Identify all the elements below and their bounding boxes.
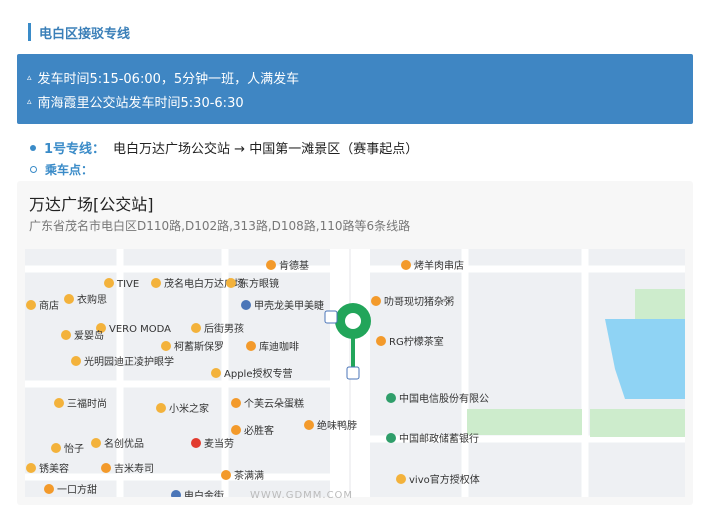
notice-line: ▵ 发车时间5:15-06:00，5分钟一班，人满发车 (27, 68, 299, 87)
poi-label: 中国邮政储蓄银行 (399, 432, 479, 445)
notice-box: ▵ 发车时间5:15-06:00，5分钟一班，人满发车 ▵ 南海霞里公交站发车时… (17, 54, 693, 124)
shop-icon (26, 463, 36, 473)
shop-icon (104, 278, 114, 288)
map-poi[interactable]: Apple授权专营 (211, 367, 292, 380)
building-icon (386, 393, 396, 403)
shop-icon (26, 300, 36, 310)
poi-label: 库迪咖啡 (259, 340, 299, 353)
food-icon (401, 260, 411, 270)
food-icon (44, 484, 54, 494)
shop-icon (51, 443, 61, 453)
notice-text: 南海霞里公交站发车时间5:30-6:30 (37, 96, 244, 111)
stop-address: 广东省茂名市电白区D110路,D102路,313路,D108路,110路等6条线… (29, 219, 411, 233)
route-line: 1号专线： 电白万达广场公交站 → 中国第一滩景区（赛事起点） (30, 138, 418, 157)
map-poi[interactable]: vivo官方授权体 (396, 473, 480, 486)
route-label: 1号专线： (44, 142, 106, 157)
map-view[interactable]: 肯德基 烤羊肉串店 商店 TIVE 茂名电白万达广场 东方眼镜 衣购思 甲壳龙美甲美睫 叻哥现切… (25, 249, 685, 497)
poi-label: 衣购思 (77, 293, 107, 306)
shop-icon (211, 368, 221, 378)
poi-label: RG柠檬茶室 (389, 335, 444, 348)
poi-label: 名创优品 (104, 437, 144, 450)
map-poi[interactable]: 叻哥现切猪杂粥 (371, 295, 454, 308)
watermark: WWW.GDMM.COM (250, 490, 354, 501)
map-poi[interactable]: 中国邮政储蓄银行 (386, 432, 479, 445)
shop-icon (151, 278, 161, 288)
poi-label: 光明园迪正凌护眼学 (84, 355, 174, 368)
stop-name: 万达广场[公交站] (29, 195, 154, 214)
poi-label: 个芙云朵蛋糕 (244, 397, 304, 410)
map-poi[interactable]: 中国电信股份有限公 (386, 392, 489, 405)
boarding-label: 乘车点： (45, 163, 94, 177)
poi-label: vivo官方授权体 (409, 473, 480, 486)
food-icon (231, 425, 241, 435)
poi-label: 三福时尚 (67, 397, 107, 410)
poi-label: 爱婴岛 (74, 329, 104, 342)
poi-label: VERO MODA (109, 324, 171, 335)
route-value: 电白万达广场公交站 → 中国第一滩景区（赛事起点） (113, 142, 419, 157)
bank-icon (386, 433, 396, 443)
poi-label: 必胜客 (244, 424, 274, 437)
poi-label: 锈美容 (39, 462, 69, 475)
poi-label: 烤羊肉串店 (414, 259, 464, 272)
triangle-icon: ▵ (27, 72, 32, 83)
shop-icon (54, 398, 64, 408)
section-title: 电白区接驳专线 (28, 22, 130, 42)
food-icon (376, 336, 386, 346)
poi-label: 柯蓄斯保罗 (174, 340, 224, 353)
boarding-line: 乘车点： (30, 161, 93, 178)
section-title-text: 电白区接驳专线 (39, 26, 131, 42)
shop-icon (191, 323, 201, 333)
poi-label: 一口方甜 (57, 483, 97, 496)
shop-icon (64, 294, 74, 304)
shop-icon (91, 438, 101, 448)
bullet-icon (30, 144, 36, 151)
poi-label: 商店 (39, 299, 59, 312)
food-icon (371, 296, 381, 306)
map-canvas: 肯德基 烤羊肉串店商店TIVE 茂名电白万达广场东方眼镜衣购思甲壳龙美甲美睫 叻哥现切… (25, 249, 685, 497)
food-icon (221, 470, 231, 480)
dot-icon (241, 300, 251, 310)
park-area (467, 409, 582, 435)
poi-label: Apple授权专营 (224, 367, 292, 380)
poi-label: 电白金街 (184, 489, 224, 497)
bus-stop-icon (346, 366, 360, 380)
food-icon (266, 260, 276, 270)
poi-label: 麦当劳 (204, 437, 234, 450)
map-poi[interactable]: 甲壳龙美甲美睫 (241, 299, 324, 312)
poi-label: 绝味鸭脖 (317, 419, 357, 432)
poi-label: TIVE (116, 279, 139, 290)
circle-bullet-icon (30, 166, 37, 173)
poi-label: 吉米寿司 (114, 462, 154, 475)
stop-card[interactable]: 万达广场[公交站] 广东省茂名市电白区D110路,D102路,313路,D108… (17, 181, 693, 505)
map-poi[interactable]: 光明园迪正凌护眼学 (71, 355, 174, 368)
poi-label: 后街男孩 (204, 322, 244, 335)
poi-label: 肯德基 (279, 259, 309, 272)
food-icon (231, 398, 241, 408)
triangle-icon: ▵ (27, 96, 32, 107)
poi-label: 小米之家 (169, 402, 209, 415)
shop-icon (161, 341, 171, 351)
poi-label: 茶满满 (234, 469, 264, 482)
poi-label: 甲壳龙美甲美睫 (254, 299, 324, 312)
poi-label: 怡子 (64, 442, 84, 455)
shop-icon (156, 403, 166, 413)
mcdonalds-icon (191, 438, 201, 448)
shop-icon (61, 330, 71, 340)
notice-text: 发车时间5:15-06:00，5分钟一班，人满发车 (37, 72, 300, 87)
shop-icon (71, 356, 81, 366)
food-icon (246, 341, 256, 351)
notice-line: ▵ 南海霞里公交站发车时间5:30-6:30 (27, 92, 244, 111)
poi-label: 中国电信股份有限公 (399, 392, 489, 405)
poi-label: 叻哥现切猪杂粥 (384, 295, 454, 308)
shop-icon (226, 278, 236, 288)
food-icon (304, 420, 314, 430)
food-icon (101, 463, 111, 473)
title-accent-bar (28, 23, 31, 41)
bus-stop-icon (324, 310, 338, 324)
poi-label: 东方眼镜 (239, 277, 279, 290)
shop-icon (396, 474, 406, 484)
park-area (590, 409, 685, 437)
